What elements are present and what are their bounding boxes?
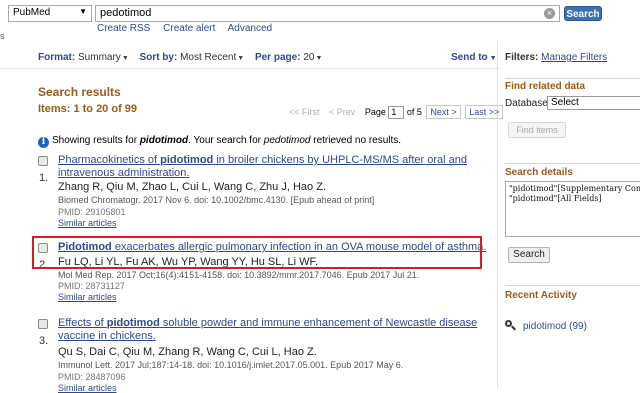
result-citation: Immunol Lett. 2017 Jul;187:14-18. doi: 1…	[58, 360, 404, 370]
title-text: Effects of	[58, 317, 107, 329]
title-text: Pharmacokinetics of	[58, 154, 161, 166]
sort-label: Sort by:	[139, 52, 178, 63]
notice-prefix: Showing results for	[52, 135, 140, 146]
database-label: Database:	[505, 98, 551, 109]
result-title-link[interactable]: Pharmacokinetics of pidotimod in broiler…	[58, 154, 498, 180]
divider	[505, 285, 640, 286]
perpage-value: 20	[303, 52, 315, 63]
result-authors: Qu S, Dai C, Qiu M, Zhang R, Wang C, Cui…	[58, 346, 317, 358]
search-input[interactable]: pedotimod ×	[95, 5, 560, 22]
format-value: Summary	[78, 52, 121, 63]
display-settings-bar: Format: Summary▼ Sort by: Most Recent▼ P…	[38, 52, 494, 63]
format-dropdown[interactable]: Format: Summary▼	[38, 52, 140, 63]
find-related-data-title: Find related data	[505, 81, 586, 92]
notice-term: pidotimod	[139, 135, 189, 146]
next-page-button[interactable]: Next >	[426, 105, 461, 119]
items-count: Items: 1 to 20 of 99	[38, 103, 138, 115]
result-authors: Zhang R, Qiu M, Zhao L, Cui L, Wang C, Z…	[58, 181, 326, 193]
create-alert-link[interactable]: Create alert	[163, 23, 215, 34]
perpage-label: Per page:	[254, 52, 301, 63]
notice-suffix: retrieved no results.	[310, 135, 402, 146]
create-rss-link[interactable]: Create RSS	[97, 23, 150, 34]
format-label: Format:	[38, 52, 76, 63]
recent-activity-title: Recent Activity	[505, 290, 577, 301]
details-line: "pidotimod"[All Fields]	[509, 194, 602, 203]
similar-articles-link[interactable]: Similar articles	[58, 292, 117, 302]
send-to-dropdown[interactable]: Send to ▼	[451, 52, 497, 63]
search-icon	[505, 320, 516, 331]
result-pmid: PMID: 28487096	[58, 372, 126, 382]
top-search-bar: PubMed ▼ pedotimod × Search Create RSS C…	[0, 0, 640, 42]
page-label: Page	[364, 107, 386, 117]
send-to-label: Send to	[451, 52, 488, 63]
filters-label: Filters:	[505, 52, 539, 63]
caret-down-icon: ▼	[237, 55, 245, 62]
search-details-textarea[interactable]: "pidotimod"[Supplementary Concept] OR "p…	[505, 181, 640, 237]
last-page-button[interactable]: Last >>	[465, 105, 504, 119]
page-number-input[interactable]: 1	[388, 106, 405, 120]
info-icon: i	[38, 137, 49, 148]
advanced-link[interactable]: Advanced	[228, 23, 272, 34]
search-sublinks: Create RSS Create alert Advanced	[97, 23, 282, 34]
result-number: 1.	[39, 172, 49, 184]
sort-dropdown[interactable]: Sort by: Most Recent▼	[140, 52, 255, 63]
highlight-annotation	[32, 236, 482, 269]
result-pmid: PMID: 29105801	[58, 207, 126, 217]
search-details-title: Search details	[505, 167, 573, 178]
spelling-notice: i Showing results for pidotimod. Your sea…	[38, 135, 401, 148]
title-highlight: pidotimod	[160, 154, 214, 166]
details-search-button[interactable]: Search	[508, 247, 550, 263]
page-count: of 5	[406, 107, 422, 117]
notice-original-term: pedotimod	[263, 135, 311, 146]
details-line: "pidotimod"[Supplementary Concept] OR	[509, 184, 640, 193]
recent-activity-label: pidotimod (99)	[523, 321, 587, 332]
result-checkbox[interactable]	[38, 319, 48, 329]
first-page-link[interactable]: << First	[289, 107, 320, 117]
caret-down-icon: ▼	[121, 55, 129, 62]
results-heading: Search results	[38, 85, 121, 99]
perpage-dropdown[interactable]: Per page: 20▼	[255, 52, 330, 63]
search-input-value: pedotimod	[100, 7, 152, 19]
chevron-down-icon: ▼	[79, 7, 87, 16]
divider	[0, 68, 500, 69]
result-citation: Biomed Chromatogr. 2017 Nov 6. doi: 10.1…	[58, 195, 375, 205]
divider	[505, 78, 640, 79]
result-title-link[interactable]: Effects of pidotimod soluble powder and …	[58, 317, 498, 343]
caret-down-icon: ▼	[489, 55, 497, 62]
find-items-button[interactable]: Find items	[508, 122, 566, 138]
similar-articles-link[interactable]: Similar articles	[58, 383, 117, 393]
prev-page-link[interactable]: < Prev	[329, 107, 355, 117]
manage-filters-link[interactable]: Manage Filters	[541, 52, 607, 63]
sort-value: Most Recent	[180, 52, 237, 63]
caret-down-icon: ▼	[315, 55, 323, 62]
cut-off-text: s	[0, 31, 5, 41]
result-pmid: PMID: 28731127	[58, 281, 125, 291]
database-select-value: PubMed	[13, 7, 51, 18]
database-select[interactable]: PubMed ▼	[8, 5, 92, 22]
notice-middle: . Your search for	[188, 135, 264, 146]
related-database-select[interactable]: Select	[547, 96, 640, 110]
clear-icon[interactable]: ×	[544, 8, 555, 19]
result-checkbox[interactable]	[38, 156, 48, 166]
result-citation: Mol Med Rep. 2017 Oct;16(4):4151-4158. d…	[58, 270, 420, 280]
filters-row: Filters: Manage Filters	[505, 52, 607, 63]
recent-activity-item[interactable]: pidotimod (99)	[505, 320, 587, 332]
divider	[505, 163, 640, 164]
pagination: << First < Prev Page 1 of 5 Next > Last …	[289, 105, 504, 120]
title-highlight: pidotimod	[106, 317, 160, 329]
search-button[interactable]: Search	[564, 6, 602, 21]
similar-articles-link[interactable]: Similar articles	[58, 218, 117, 228]
result-number: 3.	[39, 335, 49, 347]
